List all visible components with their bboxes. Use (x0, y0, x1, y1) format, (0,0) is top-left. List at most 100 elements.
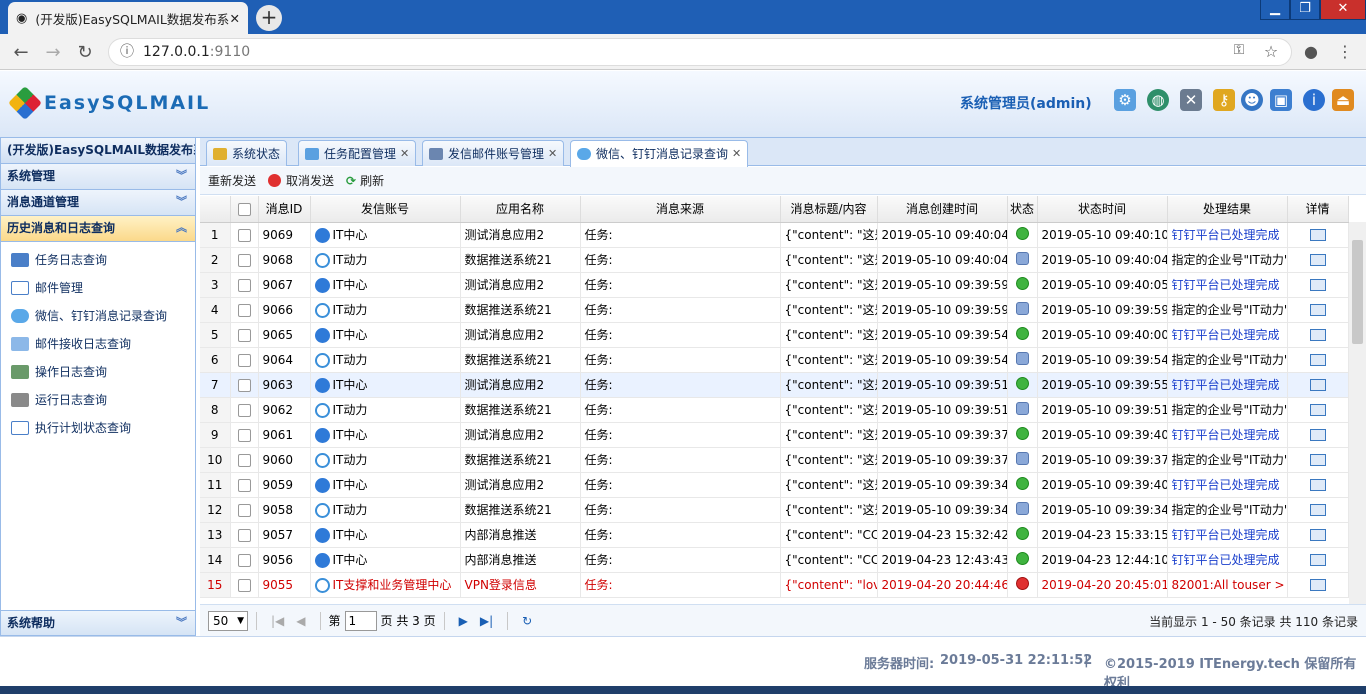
first-page-icon[interactable]: |◀ (271, 614, 284, 628)
user-icon[interactable]: ☻ (1241, 89, 1263, 111)
close-icon[interactable]: ✕ (400, 142, 409, 166)
sidebar-section-system[interactable]: 系统管理 ︾ (1, 164, 195, 190)
table-row[interactable]: 7 9063 IT中心 测试消息应用2 任务: {"content": "这是 2019-0… (200, 372, 1349, 398)
cell-detail[interactable] (1287, 422, 1349, 448)
detail-icon[interactable] (1309, 504, 1326, 516)
star-icon[interactable]: ☆ (1260, 42, 1282, 61)
cell-detail[interactable] (1287, 522, 1349, 548)
table-row[interactable]: 15 9055 IT支撑和业务管理中心 VPN登录信息 任务: {"content": "… (200, 572, 1349, 598)
info-icon[interactable]: ⓘ (120, 39, 134, 65)
tools-icon[interactable]: ✕ (1180, 89, 1202, 111)
row-checkbox[interactable] (230, 397, 259, 423)
detail-icon[interactable] (1309, 229, 1326, 241)
box-icon[interactable]: ▣ (1270, 89, 1292, 111)
cell-detail[interactable] (1287, 472, 1349, 498)
back-icon[interactable]: ← (10, 42, 32, 63)
col-header-result[interactable]: 处理结果 (1167, 196, 1288, 223)
cell-detail[interactable] (1287, 272, 1349, 298)
row-checkbox[interactable] (230, 522, 259, 548)
row-checkbox[interactable] (230, 372, 259, 398)
table-row[interactable]: 3 9067 IT中心 测试消息应用2 任务: {"content": "这是 2019-0… (200, 272, 1349, 298)
table-row[interactable]: 149056IT中心内部消息推送任务:{"content": "CCC"2019… (200, 547, 1349, 573)
cell-detail[interactable] (1287, 397, 1349, 423)
key-icon[interactable]: ⚿ (1228, 42, 1250, 58)
table-row[interactable]: 5 9065 IT中心 测试消息应用2 任务: {"content": "这是 2019-0… (200, 322, 1349, 348)
row-checkbox[interactable] (230, 297, 259, 323)
cell-detail[interactable] (1287, 447, 1349, 473)
col-header-detail[interactable]: 详情 (1287, 196, 1349, 223)
row-checkbox[interactable] (230, 547, 259, 573)
row-checkbox[interactable] (230, 222, 259, 248)
cell-detail[interactable] (1287, 347, 1349, 373)
page-number-input[interactable]: 1 (344, 610, 377, 631)
cell-detail[interactable] (1287, 222, 1349, 248)
chevron-up-icon[interactable]: ︽ (176, 216, 187, 240)
col-header-app[interactable]: 应用名称 (460, 196, 581, 223)
row-checkbox[interactable] (230, 447, 259, 473)
help-icon[interactable]: i (1303, 89, 1325, 111)
detail-icon[interactable] (1309, 579, 1326, 591)
cell-detail[interactable] (1287, 572, 1349, 598)
chevron-down-icon[interactable]: ︾ (176, 164, 187, 188)
close-icon[interactable]: ✕ (548, 142, 557, 166)
select-all-checkbox[interactable] (230, 196, 259, 223)
cell-detail[interactable] (1287, 372, 1349, 398)
close-icon[interactable]: ✕ (230, 11, 240, 26)
table-row[interactable]: 11 9059 IT中心 测试消息应用2 任务: {"content": "这是 2019-… (200, 472, 1349, 498)
chevron-down-icon[interactable]: ︾ (176, 611, 187, 635)
cell-detail[interactable] (1287, 247, 1349, 273)
cancel-send-button[interactable]: 取消发送 (268, 172, 334, 189)
col-header-account[interactable]: 发信账号 (310, 196, 461, 223)
forward-icon[interactable]: → (42, 42, 64, 63)
reload-icon[interactable]: ↻ (74, 42, 96, 63)
maximize-button[interactable]: ❐ (1290, 0, 1320, 20)
detail-icon[interactable] (1309, 554, 1326, 566)
page-size-select[interactable]: 50 ▼ (208, 610, 248, 631)
row-checkbox[interactable] (230, 572, 259, 598)
col-header-status[interactable]: 状态 (1007, 196, 1038, 223)
detail-icon[interactable] (1309, 304, 1326, 316)
vertical-scrollbar[interactable] (1349, 222, 1366, 604)
settings-icon[interactable]: ⚙ (1114, 89, 1136, 111)
col-header-id[interactable]: 消息ID (258, 196, 311, 223)
table-row[interactable]: 1 9069 IT中心 测试消息应用2 任务: {"content": "这是 2019-0… (200, 222, 1349, 248)
row-checkbox[interactable] (230, 472, 259, 498)
col-header-created[interactable]: 消息创建时间 (877, 196, 1008, 223)
row-checkbox[interactable] (230, 272, 259, 298)
sidebar-item-mail-receive[interactable]: 邮件接收日志查询 (1, 330, 195, 358)
detail-icon[interactable] (1309, 404, 1326, 416)
address-bar[interactable]: ⓘ 127.0.0.1:9110 (108, 38, 1292, 66)
sidebar-item-run-log[interactable]: 运行日志查询 (1, 386, 195, 414)
sidebar-item-wechat-dingtalk[interactable]: 微信、钉钉消息记录查询 (1, 302, 195, 330)
col-header-content[interactable]: 消息标题/内容 (780, 196, 878, 223)
col-header-source[interactable]: 消息来源 (580, 196, 781, 223)
table-row[interactable]: 4 9066 IT动力 数据推送系统21 任务: {"content": "这是 2019-… (200, 297, 1349, 323)
close-window-button[interactable]: ✕ (1320, 0, 1366, 20)
globe-icon[interactable]: ◍ (1147, 89, 1169, 111)
resend-button[interactable]: 重新发送 (208, 172, 256, 189)
cell-detail[interactable] (1287, 322, 1349, 348)
refresh-icon[interactable]: ↻ (522, 614, 532, 628)
row-checkbox[interactable] (230, 247, 259, 273)
table-row[interactable]: 10 9060 IT动力 数据推送系统21 任务: {"content": "这是 2019… (200, 447, 1349, 473)
sidebar-section-history[interactable]: 历史消息和日志查询 ︽ (1, 216, 195, 242)
new-tab-button[interactable]: + (256, 5, 282, 31)
sidebar-item-task-log[interactable]: 任务日志查询 (1, 246, 195, 274)
table-row[interactable]: 9 9061 IT中心 测试消息应用2 任务: {"content": "这是 2019-0… (200, 422, 1349, 448)
refresh-button[interactable]: ⟳ 刷新 (346, 172, 384, 189)
tab-task-config[interactable]: 任务配置管理 ✕ (298, 140, 417, 166)
tab-system-status[interactable]: 系统状态 (206, 140, 288, 166)
detail-icon[interactable] (1309, 279, 1326, 291)
table-row[interactable]: 2 9068 IT动力 数据推送系统21 任务: {"content": "这是 2019-… (200, 247, 1349, 273)
col-header-status-time[interactable]: 状态时间 (1037, 196, 1168, 223)
detail-icon[interactable] (1309, 429, 1326, 441)
row-checkbox[interactable] (230, 422, 259, 448)
tab-message-records[interactable]: 微信、钉钉消息记录查询 ✕ (570, 140, 749, 167)
last-page-icon[interactable]: ▶| (480, 614, 493, 628)
detail-icon[interactable] (1309, 479, 1326, 491)
logout-icon[interactable]: ⏏ (1332, 89, 1354, 111)
cell-detail[interactable] (1287, 497, 1349, 523)
sidebar-section-help[interactable]: 系统帮助 ︾ (0, 610, 196, 636)
sidebar-section-channels[interactable]: 消息通道管理 ︾ (1, 190, 195, 216)
detail-icon[interactable] (1309, 329, 1326, 341)
